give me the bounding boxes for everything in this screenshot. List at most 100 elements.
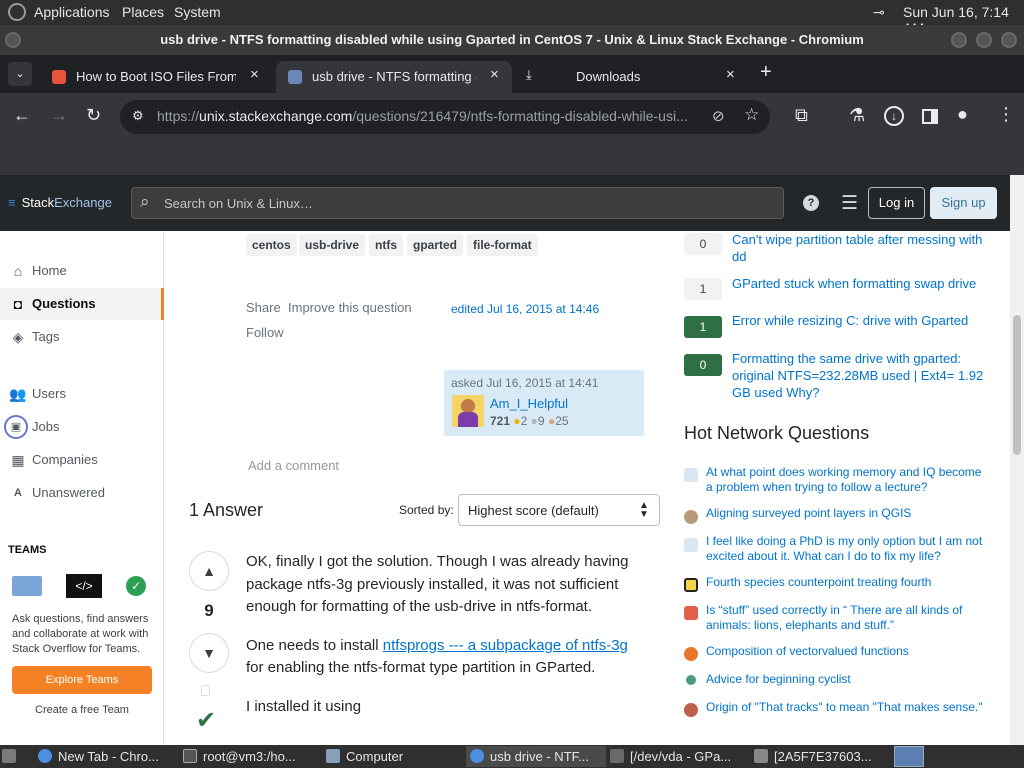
nav-tags[interactable]: ◈ Tags	[0, 321, 164, 353]
signup-button[interactable]: Sign up	[930, 187, 997, 219]
hot-question-link[interactable]: I feel like doing a PhD is my only optio…	[706, 534, 986, 564]
questions-icon: ◘	[13, 296, 23, 312]
help-icon[interactable]: ?	[803, 195, 819, 211]
network-icon[interactable]: ⊸	[873, 4, 885, 21]
user-name[interactable]: Am_I_Helpful	[490, 396, 568, 411]
improve-question-link[interactable]: Improve this question	[288, 300, 412, 315]
taskbar-item[interactable]: New Tab - Chro...	[38, 746, 178, 767]
tab-downloads[interactable]: ⤓ Downloads ×	[514, 61, 750, 93]
url-text[interactable]: https://unix.stackexchange.com/questions…	[157, 108, 688, 124]
tab-close-icon[interactable]: ×	[726, 66, 735, 83]
follow-link[interactable]: Follow	[246, 325, 284, 340]
taskbar-item[interactable]: root@vm3:/ho...	[183, 746, 323, 767]
tab-usb-drive[interactable]: usb drive - NTFS formatting d ×	[276, 61, 512, 93]
taskbar-item-active[interactable]: usb drive - NTF...	[466, 746, 606, 767]
workspace-switcher[interactable]	[894, 746, 924, 767]
related-question-link[interactable]: Formatting the same drive with gparted: …	[732, 350, 994, 401]
hot-question-link[interactable]: At what point does working memory and IQ…	[706, 465, 986, 495]
menu-system[interactable]: System	[174, 4, 221, 20]
share-link[interactable]: Share	[246, 300, 281, 315]
hot-question-link[interactable]: Aligning surveyed point layers in QGIS	[706, 506, 986, 521]
tag-usb-drive[interactable]: usb-drive	[299, 234, 366, 256]
asked-user-card: asked Jul 16, 2015 at 14:41 Am_I_Helpful…	[444, 370, 644, 436]
side-panel-icon[interactable]	[922, 109, 938, 124]
login-button[interactable]: Log in	[868, 187, 925, 219]
related-question-link[interactable]: Can't wipe partition table after messing…	[732, 231, 994, 265]
building-icon: ▦	[11, 452, 25, 468]
teams-check-icon: ✓	[126, 576, 146, 596]
sort-label: Sorted by:	[399, 503, 454, 517]
bicycles-site-icon	[686, 675, 696, 685]
extensions-icon[interactable]: ⧉	[795, 105, 808, 126]
labs-flask-icon[interactable]: ⚗	[849, 105, 865, 126]
minimize-icon[interactable]	[951, 32, 967, 48]
taskbar-item[interactable]: Computer	[326, 746, 462, 767]
tag-gparted[interactable]: gparted	[407, 234, 464, 256]
tab-search-button[interactable]: ⌄	[8, 62, 32, 86]
academia-site-icon	[684, 468, 698, 482]
nav-unanswered[interactable]: A Unanswered	[0, 477, 164, 509]
chrome-menu-icon[interactable]: ⋮	[997, 104, 1015, 125]
upvote-button[interactable]: ▲	[189, 551, 229, 591]
site-info-icon[interactable]: ⚙	[132, 108, 144, 124]
scrollbar-thumb[interactable]	[1013, 315, 1021, 455]
nav-questions[interactable]: ◘ Questions	[0, 288, 164, 320]
search-input[interactable]: ⌕ Search on Unix & Linux…	[131, 187, 784, 219]
gis-site-icon	[684, 510, 698, 524]
tab-close-icon[interactable]: ×	[250, 66, 259, 83]
forward-button[interactable]: →	[50, 105, 68, 126]
tag-ntfs[interactable]: ntfs	[369, 234, 403, 256]
math-site-icon	[684, 647, 698, 661]
downloads-icon[interactable]: ↓	[884, 106, 904, 126]
menu-applications[interactable]: Applications	[34, 4, 110, 20]
sort-select[interactable]: Highest score (default) ▲ ▼	[458, 494, 660, 526]
edited-info[interactable]: edited Jul 16, 2015 at 14:46	[451, 302, 599, 316]
related-question-link[interactable]: Error while resizing C: drive with Gpart…	[732, 312, 994, 329]
user-avatar[interactable]	[452, 395, 484, 427]
page-scrollbar[interactable]	[1010, 175, 1024, 745]
new-tab-button[interactable]: +	[760, 61, 772, 84]
tag-file-format[interactable]: file-format	[467, 234, 538, 256]
desktop-top-panel: Applications Places System ⊸ Sun Jun 16,…	[0, 0, 1024, 36]
add-comment-link[interactable]: Add a comment	[248, 458, 339, 473]
tab-label: Downloads	[576, 69, 641, 84]
back-button[interactable]: ←	[13, 105, 31, 126]
maximize-icon[interactable]	[976, 32, 992, 48]
eye-off-icon[interactable]: ⊘	[712, 107, 725, 125]
downvote-button[interactable]: ▼	[189, 633, 229, 673]
tab-close-icon[interactable]: ×	[490, 66, 499, 83]
show-desktop-button[interactable]	[2, 746, 22, 767]
hot-question-link[interactable]: Origin of "That tracks" to mean "That ma…	[706, 700, 986, 715]
bookmark-star-icon[interactable]: ☆	[744, 105, 759, 125]
ntfsprogs-link[interactable]: ntfsprogs --- a subpackage of ntfs-3g	[383, 637, 628, 654]
answer-paragraph-1: OK, finally I got the solution. Though I…	[246, 553, 629, 615]
related-question-link[interactable]: GParted stuck when formatting swap drive	[732, 275, 994, 292]
explore-teams-button[interactable]: Explore Teams	[12, 666, 152, 694]
create-team-link[interactable]: Create a free Team	[12, 704, 152, 716]
taskbar-item[interactable]: [2A5F7E37603...	[754, 746, 890, 767]
nav-jobs[interactable]: ▣ Jobs	[0, 411, 164, 443]
nav-users[interactable]: 👥 Users	[0, 378, 164, 410]
system-logo-icon[interactable]	[8, 3, 26, 21]
hamburger-icon[interactable]: ≡	[8, 195, 16, 210]
tab-boot-iso[interactable]: How to Boot ISO Files From G ×	[40, 61, 272, 93]
site-logo[interactable]: ≡ StackExchange	[8, 195, 112, 210]
tag-centos[interactable]: centos	[246, 234, 297, 256]
reload-button[interactable]: ↻	[86, 105, 101, 126]
menu-places[interactable]: Places	[122, 4, 164, 20]
sort-select-value: Highest score (default)	[468, 503, 599, 518]
related-score: 1	[684, 316, 722, 338]
hot-question-link[interactable]: Composition of vectorvalued functions	[706, 644, 986, 659]
address-bar[interactable]: ⚙ https://unix.stackexchange.com/questio…	[120, 100, 770, 134]
site-switcher-icon[interactable]: ☰	[841, 192, 858, 215]
nav-companies[interactable]: ▦ Companies	[0, 444, 164, 476]
bookmark-icon[interactable]: ⎕	[201, 683, 210, 700]
taskbar-item[interactable]: [/dev/vda - GPa...	[610, 746, 750, 767]
hot-question-link[interactable]: Fourth species counterpoint treating fou…	[706, 575, 986, 590]
close-window-icon[interactable]	[1001, 32, 1017, 48]
profile-icon[interactable]: ●	[957, 104, 968, 125]
hot-question-link[interactable]: Advice for beginning cyclist	[706, 672, 986, 687]
nav-home[interactable]: ⌂ Home	[0, 255, 164, 287]
answer-paragraph-2: One needs to install ntfsprogs --- a sub…	[246, 636, 628, 677]
hot-question-link[interactable]: Is “stuff” used correctly in “ There are…	[706, 603, 986, 633]
